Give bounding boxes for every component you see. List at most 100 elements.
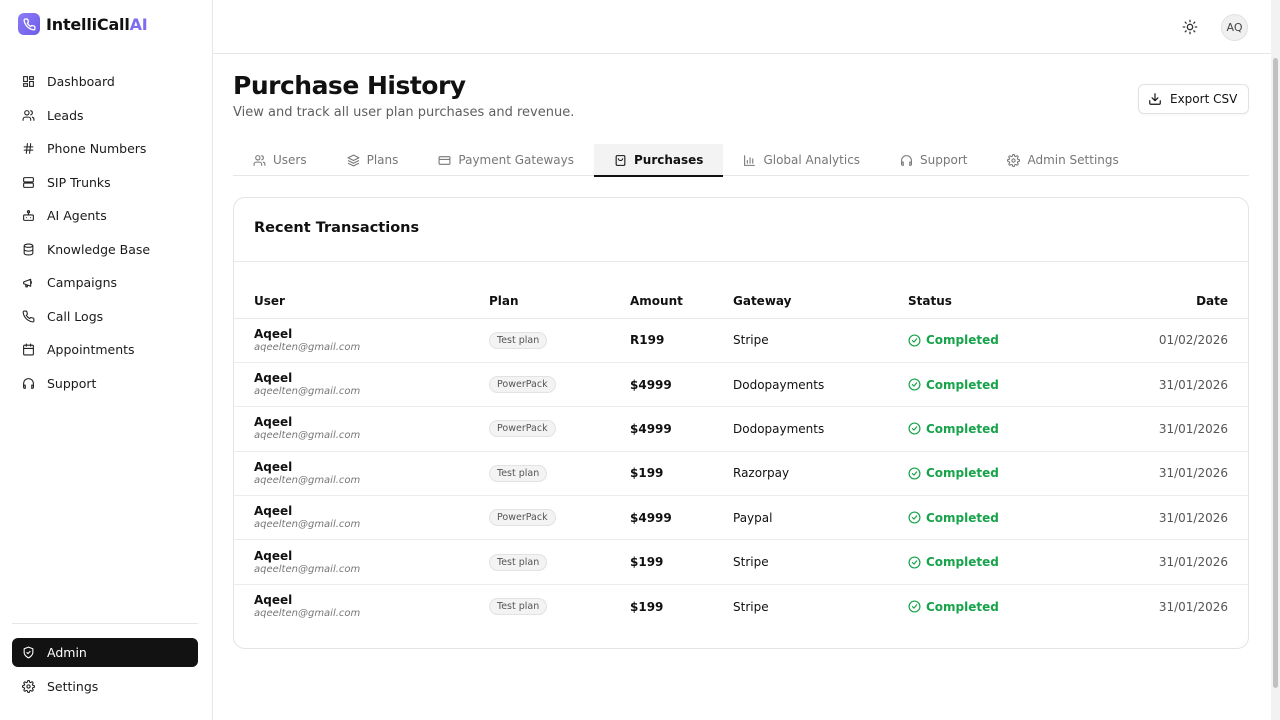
tab-label: Global Analytics [763, 153, 861, 167]
status-badge: Completed [908, 466, 1108, 480]
cell-user: Aqeel aqeelten@gmail.com [234, 362, 489, 408]
cell-plan: PowerPack [489, 406, 630, 452]
column-header-amount: Amount [630, 285, 733, 319]
status-label: Completed [926, 466, 999, 481]
phone-logo-icon [18, 13, 40, 35]
sidebar-item-phone-numbers[interactable]: Phone Numbers [12, 132, 198, 166]
sidebar-item-label: Phone Numbers [47, 141, 147, 157]
cell-user: Aqeel aqeelten@gmail.com [234, 584, 489, 628]
sidebar-item-settings[interactable]: Settings [12, 670, 198, 704]
cell-amount: $4999 [630, 406, 733, 452]
plan-badge: PowerPack [489, 376, 556, 394]
export-csv-label: Export CSV [1170, 92, 1238, 106]
avatar[interactable]: AQ [1221, 14, 1248, 41]
sidebar-item-call-logs[interactable]: Call Logs [12, 300, 198, 334]
tab-payment-gateways[interactable]: Payment Gateways [418, 144, 594, 176]
tab-global-analytics[interactable]: Global Analytics [723, 144, 880, 176]
sidebar-item-label: AI Agents [47, 208, 107, 224]
cell-user: Aqeel aqeelten@gmail.com [234, 539, 489, 585]
cell-user: Aqeel aqeelten@gmail.com [234, 318, 489, 363]
cell-date: 31/01/2026 [1108, 539, 1248, 585]
theme-toggle-button[interactable] [1182, 19, 1198, 35]
sidebar-item-knowledge-base[interactable]: Knowledge Base [12, 233, 198, 267]
user-email: aqeelten@gmail.com [254, 474, 361, 486]
plan-badge: Test plan [489, 598, 548, 616]
sidebar-item-label: Leads [47, 107, 84, 123]
sidebar-item-support[interactable]: Support [12, 367, 198, 401]
sidebar-item-appointments[interactable]: Appointments [12, 333, 198, 367]
tab-plans[interactable]: Plans [327, 144, 419, 176]
cell-amount: $199 [630, 539, 733, 585]
table-row[interactable]: Aqeel aqeelten@gmail.com Test plan $199 Razo… [234, 451, 1248, 497]
credit-card-icon [438, 155, 451, 165]
cell-status: Completed [908, 318, 1108, 363]
cell-status: Completed [908, 539, 1108, 585]
cell-gateway: Dodopayments [733, 406, 908, 452]
sidebar-item-label: Campaigns [47, 275, 118, 291]
table-header-row: User Plan Amount Gateway Status Date [234, 285, 1248, 319]
check-circle-icon [908, 422, 921, 435]
sidebar-item-sip-trunks[interactable]: SIP Trunks [12, 166, 198, 200]
table-row[interactable]: Aqeel aqeelten@gmail.com Test plan R199 Stri… [234, 318, 1248, 363]
cell-plan: Test plan [489, 318, 630, 363]
tab-label: Payment Gateways [458, 153, 575, 167]
plan-badge: Test plan [489, 464, 548, 482]
tab-users[interactable]: Users [233, 144, 327, 176]
cell-amount: R199 [630, 318, 733, 363]
user-name: Aqeel [254, 371, 293, 386]
cell-date: 31/01/2026 [1108, 362, 1248, 408]
tab-purchases[interactable]: Purchases [594, 144, 724, 177]
scrollbar[interactable] [1271, 0, 1280, 720]
plan-badge: Test plan [489, 553, 548, 571]
sidebar-item-label: Call Logs [47, 308, 104, 324]
sidebar-bottom: Admin Settings [12, 623, 198, 704]
database-icon [23, 243, 34, 256]
status-badge: Completed [908, 378, 1108, 392]
tab-support[interactable]: Support [880, 144, 987, 176]
table-row[interactable]: Aqeel aqeelten@gmail.com Test plan $199 Stri… [234, 584, 1248, 628]
check-circle-icon [908, 600, 921, 613]
user-email: aqeelten@gmail.com [254, 341, 361, 353]
status-label: Completed [926, 421, 999, 436]
cell-amount: $199 [630, 451, 733, 497]
sidebar-item-admin[interactable]: Admin [12, 638, 198, 667]
grid-icon [23, 76, 34, 88]
tab-label: Purchases [634, 153, 704, 167]
recent-transactions-card: Recent Transactions User Plan Amount Gat… [233, 197, 1249, 649]
sidebar-item-ai-agents[interactable]: AI Agents [12, 199, 198, 233]
table-row[interactable]: Aqeel aqeelten@gmail.com Test plan $199 Stri… [234, 539, 1248, 585]
column-header-user: User [234, 285, 489, 319]
headphones-icon [23, 377, 34, 389]
cell-amount: $4999 [630, 495, 733, 541]
bot-icon [23, 210, 34, 222]
user-name: Aqeel [254, 326, 293, 341]
headphones-icon [901, 154, 912, 166]
table-row[interactable]: Aqeel aqeelten@gmail.com PowerPack $4999 Dod… [234, 406, 1248, 452]
status-badge: Completed [908, 333, 1108, 347]
download-icon [1149, 93, 1161, 105]
check-circle-icon [908, 556, 921, 569]
tab-label: Support [920, 153, 968, 167]
status-badge: Completed [908, 422, 1108, 436]
top-header: AQ [213, 0, 1271, 54]
table-row[interactable]: Aqeel aqeelten@gmail.com PowerPack $4999 Pay… [234, 495, 1248, 541]
tab-label: Plans [366, 153, 399, 167]
table-row[interactable]: Aqeel aqeelten@gmail.com PowerPack $4999 Dod… [234, 362, 1248, 408]
user-name: Aqeel [254, 459, 293, 474]
plan-badge: PowerPack [489, 509, 556, 527]
tab-admin-settings[interactable]: Admin Settings [987, 144, 1138, 176]
card-divider [234, 261, 1248, 262]
user-email: aqeelten@gmail.com [254, 430, 361, 442]
sidebar-item-leads[interactable]: Leads [12, 99, 198, 133]
brand[interactable]: IntelliCallAI [18, 12, 148, 36]
status-label: Completed [926, 555, 999, 570]
user-email: aqeelten@gmail.com [254, 386, 361, 398]
users-icon [253, 154, 266, 166]
shopping-bag-icon [615, 154, 626, 166]
user-email: aqeelten@gmail.com [254, 608, 361, 620]
sidebar-item-dashboard[interactable]: Dashboard [12, 65, 198, 99]
scrollbar-thumb[interactable] [1273, 58, 1278, 688]
export-csv-button[interactable]: Export CSV [1138, 84, 1249, 114]
sidebar-item-label: Appointments [47, 342, 135, 358]
sidebar-item-campaigns[interactable]: Campaigns [12, 266, 198, 300]
